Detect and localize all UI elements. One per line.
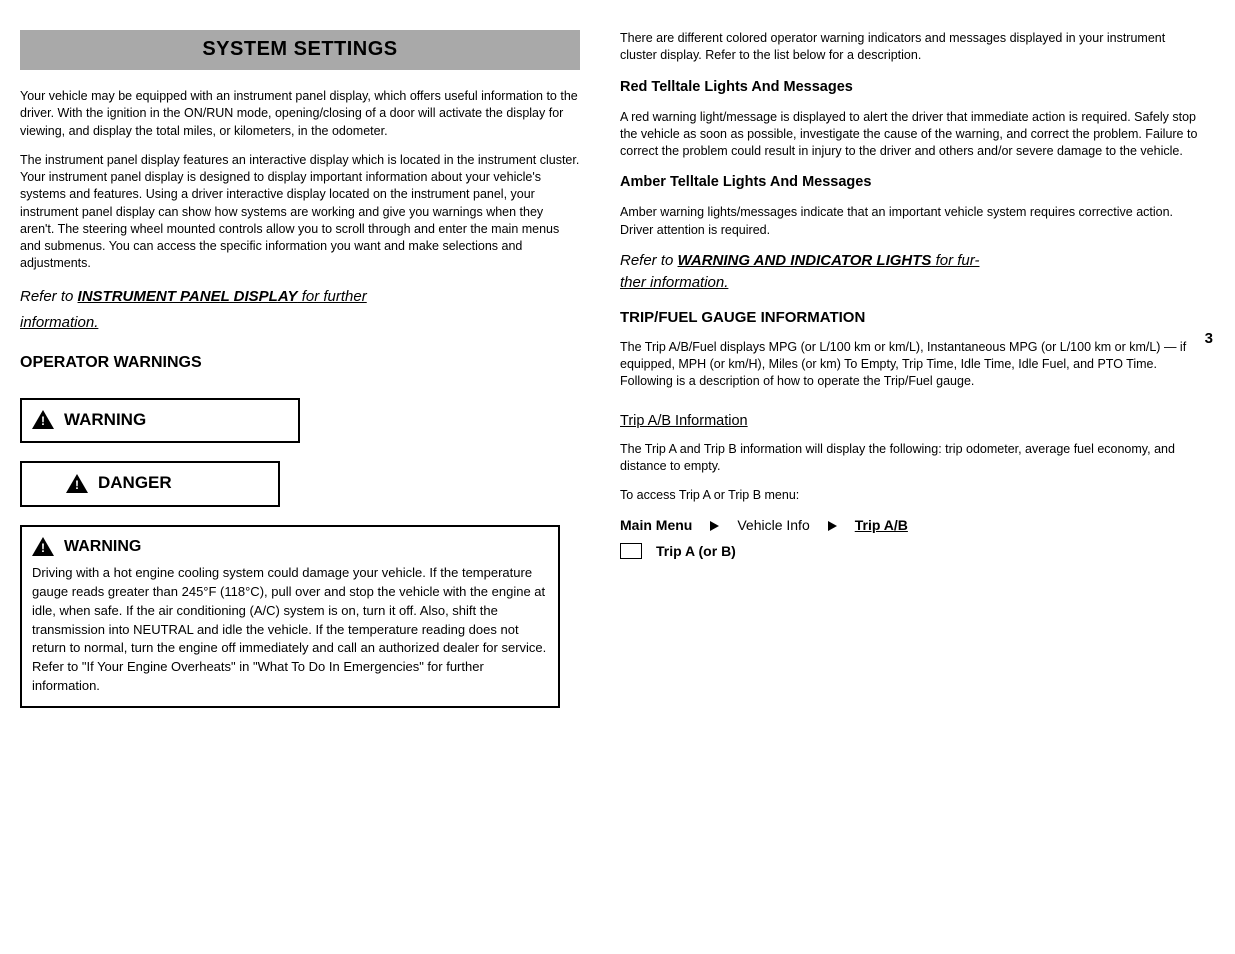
warning-box: WARNING [20, 398, 300, 443]
menu-trip-ab: Trip A/B [855, 516, 908, 535]
ref-link-2: WARNING AND INDICATOR LIGHTS [678, 252, 932, 269]
big-warning-body: Driving with a hot engine cooling system… [32, 564, 548, 696]
banner-title: SYSTEM SETTINGS [202, 36, 397, 64]
big-warning-box: WARNING Driving with a hot engine coolin… [20, 525, 560, 708]
big-warning-label: WARNING [64, 535, 141, 558]
red-telltale-heading: Red Telltale Lights And Messages [620, 77, 1200, 97]
danger-label: DANGER [98, 471, 172, 494]
ref-link: INSTRUMENT PANEL DISPLAY [78, 288, 298, 305]
page-number: 3 [1205, 330, 1213, 347]
arrow-right-icon [828, 521, 837, 531]
amber-telltale-body: Amber warning lights/messages indicate t… [620, 204, 1200, 239]
ref-continuation: information. [20, 313, 580, 334]
display-box-icon [620, 543, 642, 559]
trip-fuel-heading: TRIP/FUEL GAUGE INFORMATION [620, 308, 1200, 329]
ref-continuation-2: ther information. [620, 273, 1200, 294]
danger-box: DANGER [20, 461, 280, 506]
intro-para-2: The instrument panel display features an… [20, 152, 580, 273]
warning-triangle-icon [32, 410, 54, 429]
trip-fuel-body: The Trip A/B/Fuel displays MPG (or L/100… [620, 339, 1200, 391]
warning-label: WARNING [64, 408, 146, 431]
ref-line: Refer to INSTRUMENT PANEL DISPLAY for fu… [20, 287, 580, 308]
arrow-right-icon [710, 521, 719, 531]
trip-ab-heading: Trip A/B Information [620, 411, 1200, 431]
trip-nav-intro: To access Trip A or Trip B menu: [620, 487, 1200, 504]
operator-warnings-heading: OPERATOR WARNINGS [20, 352, 580, 374]
section-banner: SYSTEM SETTINGS [20, 30, 580, 70]
ref-line-2: Refer to WARNING AND INDICATOR LIGHTS fo… [620, 251, 1200, 272]
menu-title-row: Trip A (or B) [620, 542, 1200, 561]
menu-trip-title: Trip A (or B) [656, 542, 736, 561]
menu-main-label: Main Menu [620, 516, 692, 535]
trip-ab-body: The Trip A and Trip B information will d… [620, 441, 1200, 476]
red-telltale-body: A red warning light/message is displayed… [620, 109, 1200, 161]
warning-triangle-icon [66, 474, 88, 493]
intro-para-1: Your vehicle may be equipped with an ins… [20, 88, 580, 140]
menu-vehicle-info: Vehicle Info [737, 516, 809, 535]
amber-telltale-heading: Amber Telltale Lights And Messages [620, 172, 1200, 192]
right-para-1: There are different colored operator war… [620, 30, 1200, 65]
warning-triangle-icon [32, 537, 54, 556]
right-column: There are different colored operator war… [620, 30, 1200, 726]
menu-navigation-row: Main Menu Vehicle Info Trip A/B [620, 516, 1200, 535]
left-column: SYSTEM SETTINGS Your vehicle may be equi… [20, 30, 580, 726]
